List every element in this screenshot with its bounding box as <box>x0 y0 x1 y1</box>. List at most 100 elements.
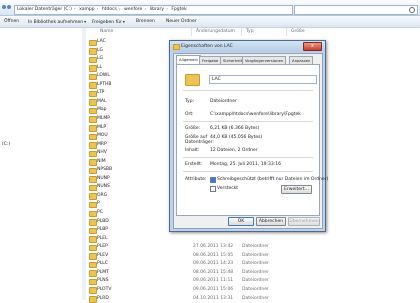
tab-customize[interactable]: Anpassen <box>289 56 313 64</box>
folder-icon <box>89 296 97 303</box>
file-row[interactable]: PLEV08.06.2011 15:05Dateiordner <box>86 252 420 261</box>
file-date: 09.06.2011 15:06 <box>193 287 233 292</box>
tab-previous-versions[interactable]: Vorgängerversionen <box>242 56 286 64</box>
size-label: Größe: <box>185 126 200 131</box>
divider <box>183 157 313 158</box>
file-row[interactable]: PLLC09.06.2011 14:23Dateiordner <box>86 260 420 269</box>
file-row[interactable]: PLMT08.06.2011 15:48Dateiordner <box>86 269 420 278</box>
folder-icon <box>89 74 97 81</box>
folder-icon <box>89 253 97 260</box>
toolbar-burn[interactable]: Brennen <box>136 18 155 25</box>
folder-icon <box>89 245 97 252</box>
folder-icon <box>89 185 97 192</box>
breadcrumb-drive[interactable]: Lokaler Datenträger (C:) <box>17 7 72 12</box>
file-name: PLEL <box>97 236 108 241</box>
file-type: Dateiordner <box>242 244 269 249</box>
column-header-name[interactable]: Name <box>100 29 113 34</box>
size-on-disk-value: 44,0 KB (45.056 Bytes) <box>210 135 262 140</box>
file-name: LL <box>97 65 102 70</box>
attributes-label: Attribute: <box>185 177 206 182</box>
folder-icon <box>89 40 97 47</box>
hidden-checkbox[interactable] <box>210 186 216 192</box>
folder-icon <box>89 219 97 226</box>
file-name: NPSBB <box>97 167 112 172</box>
ok-button[interactable]: OK <box>228 217 254 226</box>
toolbar-new-folder[interactable]: Neuer Ordner <box>166 18 197 25</box>
file-type: Dateiordner <box>242 278 269 283</box>
folder-name-field[interactable]: LAC <box>209 75 317 84</box>
column-header-type[interactable]: Typ <box>246 29 254 34</box>
command-toolbar: Öffnen In Bibliothek aufnehmen▾ Freigebe… <box>0 16 420 28</box>
folder-icon <box>89 151 97 158</box>
type-value: Dateiordner <box>210 99 237 104</box>
breadcrumb-library[interactable]: library <box>150 7 164 12</box>
file-type: Dateiordner <box>242 287 269 292</box>
file-row[interactable]: PLOTV09.06.2011 15:06Dateiordner <box>86 286 420 295</box>
folder-icon <box>89 270 97 277</box>
folder-icon <box>89 65 97 72</box>
folder-icon <box>89 108 97 115</box>
cancel-button[interactable]: Abbrechen <box>256 217 286 226</box>
column-header-size[interactable]: Größe <box>291 29 305 34</box>
toolbar-share-with[interactable]: Freigeben für▾ <box>92 18 125 26</box>
folder-icon <box>89 99 97 106</box>
folder-icon <box>89 91 97 98</box>
readonly-checkbox[interactable] <box>210 177 216 183</box>
advanced-button[interactable]: Erweitert... <box>281 185 312 194</box>
toolbar-burn-label: Brennen <box>136 19 155 24</box>
contents-value: 12 Dateien, 2 Ordner <box>210 148 258 153</box>
file-row[interactable]: PLNS09.06.2011 11:11Dateiordner <box>86 277 420 286</box>
file-name: ORG <box>97 193 107 198</box>
file-date: 09.06.2011 14:23 <box>193 261 233 266</box>
column-header-date[interactable]: Änderungsdatum <box>196 29 235 34</box>
toolbar-share-with-label: Freigeben für <box>92 20 122 25</box>
chevron-down-icon: ▾ <box>123 19 125 24</box>
folder-icon <box>89 193 97 200</box>
breadcrumb-fpgtek[interactable]: Fpgtek <box>171 7 186 12</box>
back-icon[interactable] <box>2 5 6 9</box>
search-input[interactable] <box>294 5 418 15</box>
file-name: LG <box>97 48 103 53</box>
close-button[interactable]: x <box>303 42 322 51</box>
dialog-tabs: Allgemein Freigabe Sicherheit Vorgängerv… <box>176 56 320 64</box>
file-name: MRP <box>97 142 107 147</box>
tab-sharing[interactable]: Freigabe <box>199 56 221 64</box>
breadcrumb-separator: › <box>144 7 146 12</box>
breadcrumb-xampp[interactable]: xampp <box>79 7 95 12</box>
breadcrumb-separator: › <box>97 7 99 12</box>
toolbar-add-to-library[interactable]: In Bibliothek aufnehmen▾ <box>28 18 86 26</box>
file-type: Dateiordner <box>242 253 269 258</box>
file-type: Dateiordner <box>242 261 269 266</box>
file-name: LAC <box>97 39 106 44</box>
hidden-checkbox-label[interactable]: Versteckt <box>217 186 238 191</box>
nav-item-drive-c[interactable]: (C:) <box>2 142 10 147</box>
file-row[interactable]: PLEP27.06.2011 13:42Dateiordner <box>86 243 420 252</box>
properties-dialog: Eigenschaften von LAC x Allgemein Freiga… <box>169 40 326 232</box>
toolbar-open[interactable]: Öffnen <box>4 18 19 25</box>
tab-general[interactable]: Allgemein <box>176 55 201 64</box>
breadcrumb-htdocs[interactable]: htdocs <box>102 7 117 12</box>
apply-button[interactable]: Übernehmen <box>288 217 320 226</box>
location-value: C:\xampp\htdocs\wenfore\library\Fpgtek <box>210 112 301 117</box>
forward-icon[interactable] <box>7 5 11 9</box>
file-name: NHV <box>97 150 107 155</box>
readonly-checkbox-label[interactable]: Schreibgeschützt (betrifft nur Dateien i… <box>217 177 328 182</box>
search-icon <box>409 7 415 13</box>
file-row[interactable]: PLRD04.10.2011 13:31Dateiordner <box>86 295 420 303</box>
file-name: P <box>97 201 100 206</box>
file-name: LPTHB <box>97 82 111 87</box>
file-name: MLMP <box>97 116 110 121</box>
address-path[interactable]: Lokaler Datenträger (C:)› xampp› htdocs›… <box>14 5 293 15</box>
column-divider[interactable] <box>241 28 242 36</box>
column-divider[interactable] <box>286 28 287 36</box>
nav-buttons[interactable] <box>2 5 12 13</box>
file-row[interactable]: PLEL <box>86 235 420 244</box>
folder-icon <box>89 48 97 55</box>
folder-icon <box>89 57 97 64</box>
divider <box>183 121 313 122</box>
column-divider[interactable] <box>191 28 192 36</box>
folder-icon <box>89 202 97 209</box>
breadcrumb-wenfore[interactable]: wenfore <box>124 7 142 12</box>
dialog-title-bar[interactable]: Eigenschaften von LAC x <box>170 41 325 52</box>
file-name: PLNS <box>97 278 108 283</box>
